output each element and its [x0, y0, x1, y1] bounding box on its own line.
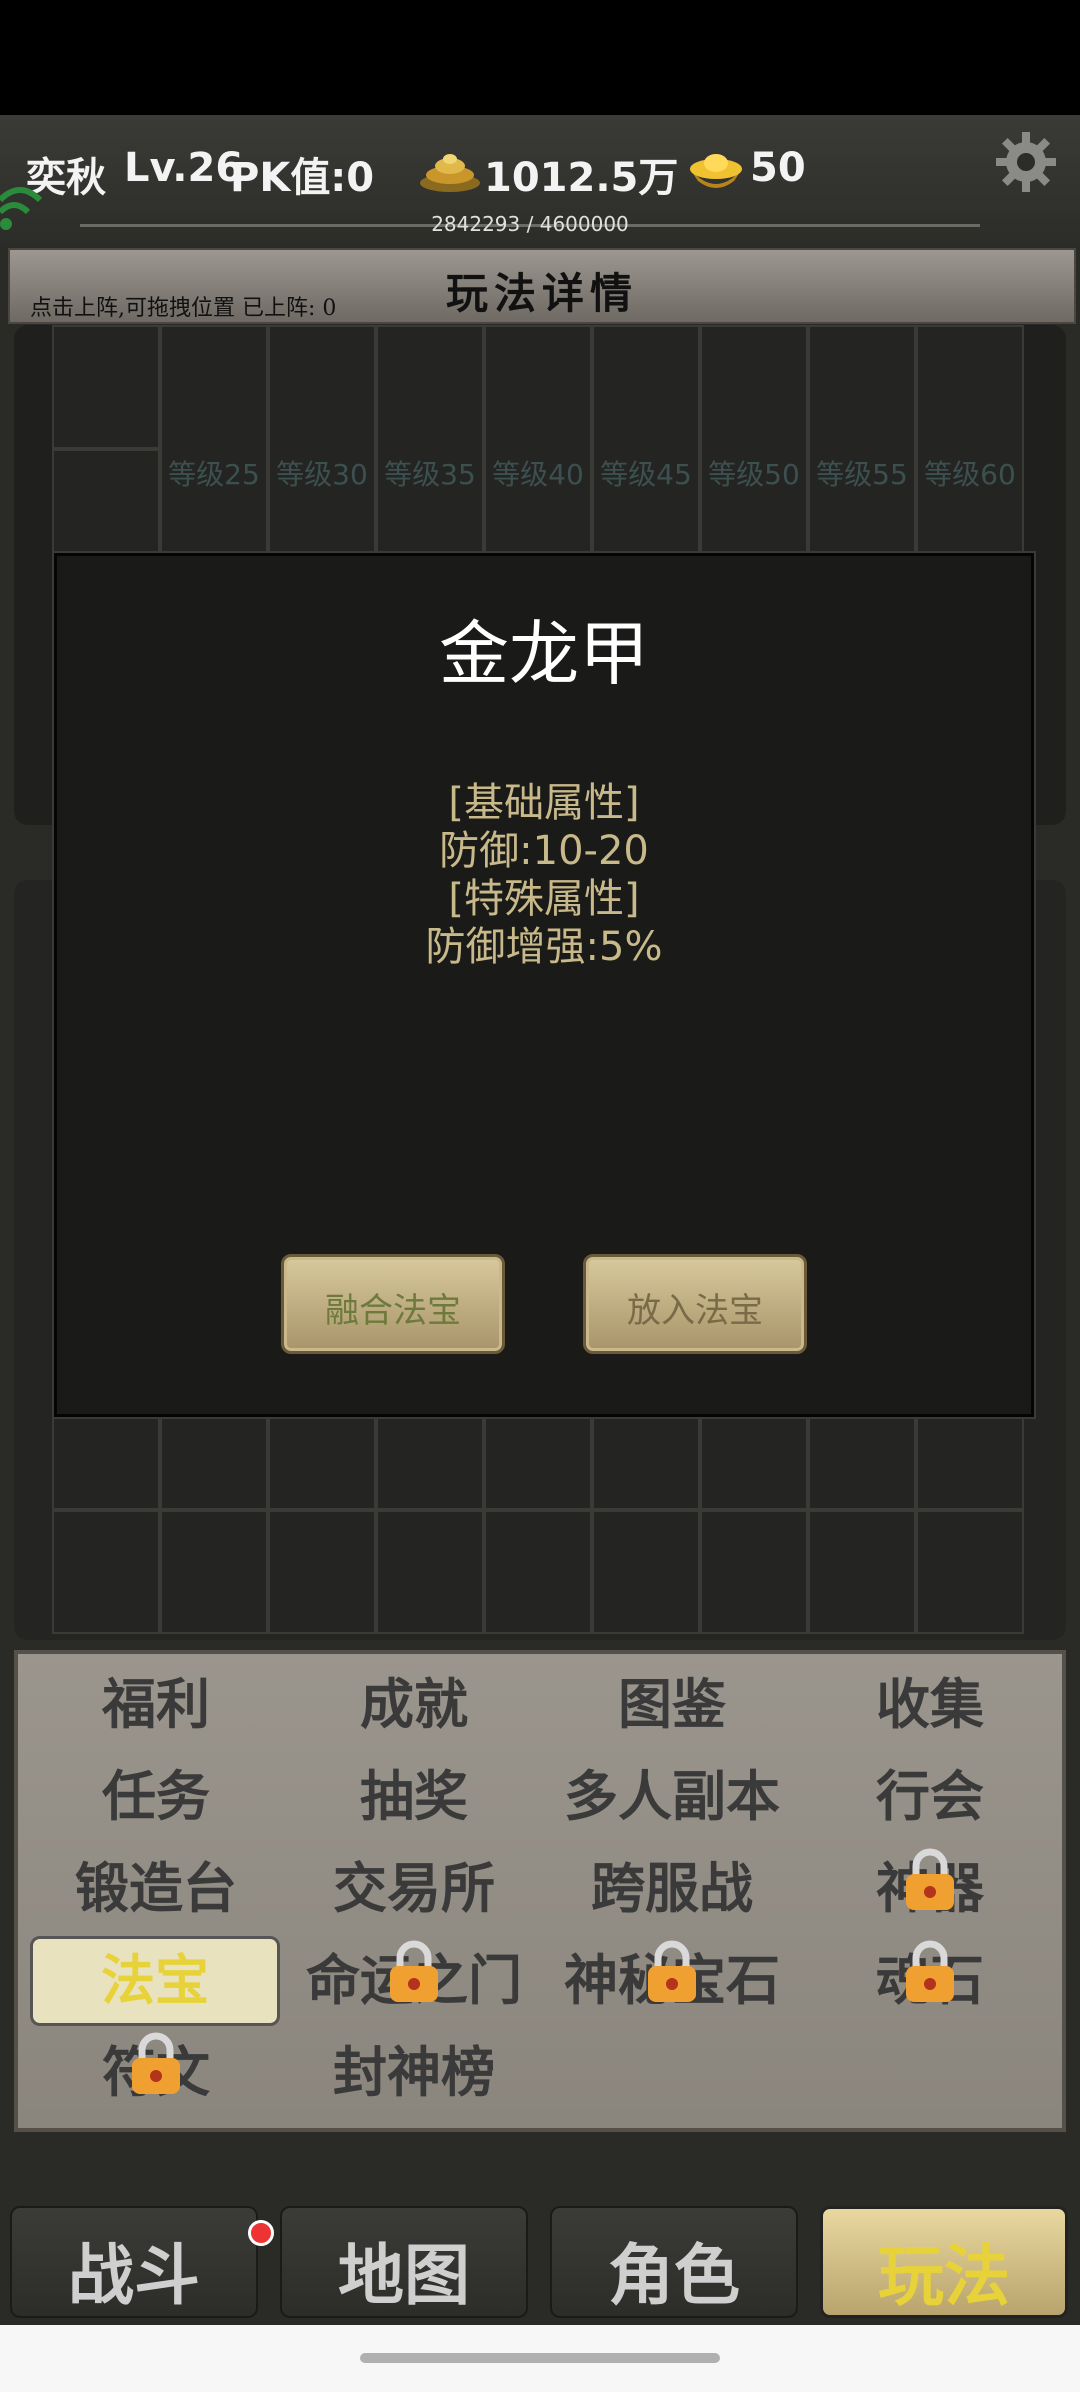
menu-item-welfare[interactable]: 福利 — [28, 1660, 284, 1750]
slot-level-label: 等级50 — [708, 458, 800, 491]
slot-cell[interactable] — [52, 325, 160, 449]
inventory-cell[interactable] — [700, 1414, 808, 1510]
level-slot[interactable]: 等级55 — [808, 325, 916, 585]
nav-map-button[interactable]: 地图 — [280, 2206, 528, 2318]
menu-item-quests[interactable]: 任务 — [28, 1752, 284, 1842]
level-slot[interactable]: 等级60 — [916, 325, 1024, 585]
level-slot[interactable]: 等级25 — [160, 325, 268, 585]
feature-menu: 福利 成就 图鉴 收集 任务 抽奖 多人副本 行会 锻造台 交易所 跨服战 神器… — [14, 1650, 1066, 2132]
special-attr-value: 防御增强:5% — [425, 924, 663, 970]
lock-icon — [906, 1940, 954, 2002]
slot-level-label: 等级60 — [924, 458, 1016, 491]
inventory-cell[interactable] — [700, 1510, 808, 1634]
deploy-hint: 点击上阵,可拖拽位置 已上阵: 0 — [30, 296, 337, 321]
experience-text: 2842293 / 4600000 — [431, 212, 629, 236]
inventory-cell[interactable] — [808, 1510, 916, 1634]
menu-item-multiplayer-dungeon[interactable]: 多人副本 — [544, 1752, 800, 1842]
lock-icon — [132, 2032, 180, 2094]
lock-icon — [390, 1940, 438, 2002]
inventory-cell[interactable] — [484, 1414, 592, 1510]
home-indicator[interactable] — [360, 2353, 720, 2363]
inventory-cell[interactable] — [808, 1414, 916, 1510]
bottom-navigation: 战斗 地图 角色 玩法 — [0, 2190, 1080, 2325]
fuse-treasure-label: 融合法宝 — [325, 1291, 461, 1331]
slot-level-label: 等级25 — [168, 458, 260, 491]
menu-item-exchange[interactable]: 交易所 — [286, 1844, 542, 1934]
ingot-amount: 50 — [750, 145, 806, 191]
slot-level-label: 等级45 — [600, 458, 692, 491]
nav-battle-label: 战斗 — [68, 2237, 200, 2314]
pk-value: PK值:0 — [230, 155, 375, 201]
slot-level-label: 等级40 — [492, 458, 584, 491]
menu-item-achievements[interactable]: 成就 — [286, 1660, 542, 1750]
menu-item-ranking[interactable]: 封神榜 — [286, 2028, 542, 2118]
slot-level-label: 等级55 — [816, 458, 908, 491]
inventory-cell[interactable] — [52, 1414, 160, 1510]
nav-battle-button[interactable]: 战斗 — [10, 2206, 274, 2318]
slot-level-label: 等级35 — [384, 458, 476, 491]
level-slot[interactable]: 等级30 — [268, 325, 376, 585]
inventory-cell[interactable] — [268, 1510, 376, 1634]
nav-character-label: 角色 — [608, 2237, 740, 2314]
menu-item-codex[interactable]: 图鉴 — [544, 1660, 800, 1750]
equip-treasure-button[interactable]: 放入法宝 — [583, 1254, 807, 1354]
slot-level-label: 等级30 — [276, 458, 368, 491]
nav-gameplay-button[interactable]: 玩法 — [820, 2206, 1068, 2318]
menu-item-forge[interactable]: 锻造台 — [28, 1844, 284, 1934]
lock-icon — [648, 1940, 696, 2002]
inventory-cell[interactable] — [160, 1414, 268, 1510]
nav-character-button[interactable]: 角色 — [550, 2206, 798, 2318]
gold-pile-icon — [420, 154, 480, 192]
inventory-cell[interactable] — [52, 1510, 160, 1634]
system-gesture-area — [0, 2325, 1080, 2392]
panel-title-bar: 玩法详情 点击上阵,可拖拽位置 已上阵: 0 — [8, 248, 1076, 324]
experience-bar: 2842293 / 4600000 — [80, 212, 980, 236]
player-level: Lv.26 — [124, 145, 244, 191]
inventory-cell[interactable] — [916, 1510, 1024, 1634]
level-slot[interactable]: 等级40 — [484, 325, 592, 585]
menu-item-lottery[interactable]: 抽奖 — [286, 1752, 542, 1842]
level-slot[interactable]: 等级50 — [700, 325, 808, 585]
menu-item-guild[interactable]: 行会 — [802, 1752, 1058, 1842]
inventory-cell[interactable] — [916, 1414, 1024, 1510]
item-detail-dialog: 金龙甲 [基础属性] 防御:10-20 [特殊属性] 防御增强:5% 融合法宝 … — [54, 553, 1034, 1417]
gold-amount: 1012.5万 — [484, 155, 679, 201]
inventory-cell[interactable] — [484, 1510, 592, 1634]
inventory-cell[interactable] — [592, 1510, 700, 1634]
signal-icon — [0, 187, 43, 230]
notification-dot — [248, 2220, 274, 2246]
menu-item-collection[interactable]: 收集 — [802, 1660, 1058, 1750]
nav-map-label: 地图 — [338, 2237, 470, 2314]
level-slot[interactable]: 等级45 — [592, 325, 700, 585]
lock-icon — [906, 1848, 954, 1910]
settings-gear-icon[interactable] — [994, 130, 1058, 194]
system-status-bar — [0, 0, 1080, 115]
inventory-cell[interactable] — [160, 1510, 268, 1634]
inventory-cell[interactable] — [376, 1510, 484, 1634]
fuse-treasure-button[interactable]: 融合法宝 — [281, 1254, 505, 1354]
inventory-cell[interactable] — [592, 1414, 700, 1510]
menu-item-cross-server-war[interactable]: 跨服战 — [544, 1844, 800, 1934]
item-name: 金龙甲 — [439, 613, 649, 695]
menu-item-treasure[interactable]: 法宝 — [30, 1936, 280, 2026]
nav-gameplay-label: 玩法 — [878, 2238, 1010, 2315]
inventory-cell[interactable] — [376, 1414, 484, 1510]
gold-ingot-icon — [690, 154, 742, 188]
equip-treasure-label: 放入法宝 — [627, 1291, 763, 1331]
inventory-cell[interactable] — [268, 1414, 376, 1510]
level-slot[interactable]: 等级35 — [376, 325, 484, 585]
